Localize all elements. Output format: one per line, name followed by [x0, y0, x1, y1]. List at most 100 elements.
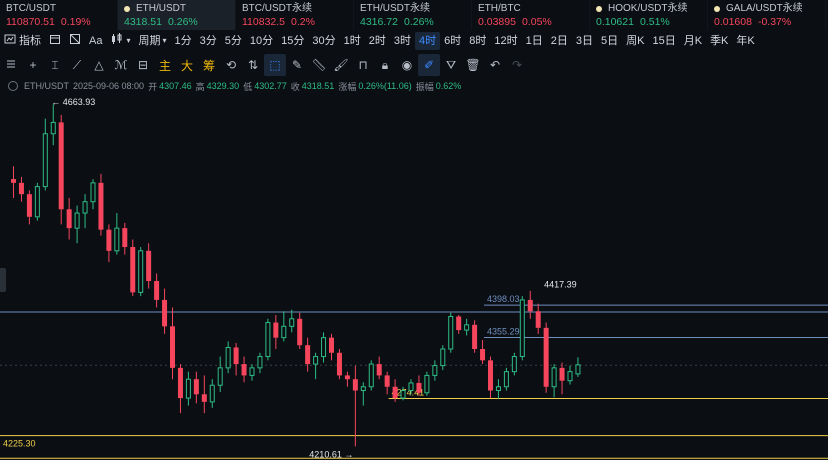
measure-tool[interactable]: ⊟ — [132, 54, 154, 76]
timeframe-18[interactable]: 15日 — [648, 32, 679, 50]
candle-body — [146, 250, 152, 282]
candle-body — [201, 394, 207, 402]
ticker-change: 0.2% — [291, 16, 315, 28]
period-dropdown[interactable]: 周期 ▾ — [134, 32, 170, 50]
main-indicator-button[interactable]: 主 — [154, 54, 176, 76]
timeframe-10[interactable]: 6时 — [440, 32, 465, 50]
ticker-symbol: ETH/USDT — [136, 3, 186, 14]
candle-body — [551, 367, 557, 388]
ticker-tab[interactable]: BTC/USDT永续 110832.5 0.2% — [236, 0, 354, 30]
filter-tool[interactable]: ⛛ — [440, 54, 462, 76]
layout-button[interactable] — [65, 32, 85, 50]
favorite-dot-icon — [124, 5, 130, 12]
hide-tool[interactable]: ◉ — [396, 54, 418, 76]
candle-body — [567, 371, 573, 382]
candle-body — [154, 281, 160, 300]
menu-button[interactable] — [0, 54, 22, 76]
indicator-icon — [4, 32, 16, 50]
candle-body — [130, 247, 136, 293]
ticker-symbol: HOOK/USDT永续 — [608, 3, 688, 14]
timeframe-12[interactable]: 12时 — [490, 32, 521, 50]
ticker-tab[interactable]: BTC/USDT 110870.51 0.19% — [0, 0, 118, 30]
font-settings-button[interactable]: Aa — [85, 32, 106, 50]
ticker-tab[interactable]: GALA/USDT永续 0.01608 -0.37% — [708, 0, 826, 30]
fib-tool[interactable]: ℳ — [110, 54, 132, 76]
draw-select-tool[interactable]: ⬚ — [264, 54, 286, 76]
timeframe-16[interactable]: 5日 — [597, 32, 622, 50]
candle-body — [416, 382, 422, 393]
ticker-change: -0.37% — [757, 16, 792, 28]
redo-button[interactable]: ↷ — [506, 54, 528, 76]
timeframe-toolbar: 指标 Aa ▾ 周期 ▾ 1分 3分 5分 10分 15分 30分 1时 2时 3时 4时 6时 8时… — [0, 31, 828, 51]
candle-body — [170, 326, 175, 368]
redo-icon: ↷ — [511, 58, 523, 72]
candle-body — [18, 182, 24, 195]
text-cursor-icon: ⌶ — [51, 57, 59, 72]
ticker-bar: BTC/USDT 110870.51 0.19% ETH/USDT 4318.51 0.2… — [0, 0, 828, 30]
chip-label: 筹 — [202, 58, 215, 73]
timeframe-17[interactable]: 周K — [622, 32, 648, 50]
candlestick-chart[interactable]: 4398.034355.294274.414225.304195.30← 466… — [0, 96, 828, 460]
ruler-icon: 📏︎ — [311, 58, 327, 72]
favorite-dot-icon — [714, 5, 720, 12]
calendar-button[interactable] — [45, 32, 65, 50]
candle-body — [138, 250, 144, 293]
timeframe-21[interactable]: 年K — [732, 32, 758, 50]
shape-tool[interactable]: △ — [88, 54, 110, 76]
timeframe-4[interactable]: 15分 — [277, 32, 308, 50]
timeframe-14[interactable]: 2日 — [547, 32, 572, 50]
timeframe-9[interactable]: 4时 — [415, 32, 441, 50]
crosshair-tool[interactable]: + — [22, 54, 44, 76]
chip-button[interactable]: 筹 — [198, 54, 220, 76]
candle-type-icon — [110, 32, 124, 50]
ticker-price: 0.03895 — [478, 16, 516, 28]
ruler-tool[interactable]: 📏︎ — [308, 54, 330, 76]
timeframe-7[interactable]: 2时 — [365, 32, 390, 50]
timeframe-6[interactable]: 1时 — [340, 32, 365, 50]
timeframe-3[interactable]: 10分 — [246, 32, 277, 50]
candle-body — [297, 318, 303, 346]
timeframe-8[interactable]: 3时 — [390, 32, 415, 50]
brush-tool[interactable]: 🖌︎ — [330, 54, 352, 76]
delete-tool[interactable]: 🗑︎ — [462, 54, 484, 76]
ticker-tab[interactable]: ETH/BTC 0.03895 0.05% — [472, 0, 590, 30]
candle-body — [225, 346, 231, 369]
line-tool[interactable]: ⟋ — [66, 54, 88, 76]
timeframe-0[interactable]: 1分 — [171, 32, 196, 50]
sync-button[interactable]: ⟲ — [220, 54, 242, 76]
chart-type-button[interactable]: ▾ — [106, 32, 134, 50]
candle-body — [503, 371, 509, 388]
extreme-price-label: 4210.61 → — [309, 450, 353, 460]
candle-body — [82, 201, 88, 214]
indicator-button[interactable]: 指标 — [0, 32, 45, 50]
timeframe-15[interactable]: 3日 — [572, 32, 597, 50]
timeframe-5[interactable]: 30分 — [308, 32, 339, 50]
chevron-down-icon: ▾ — [162, 36, 167, 45]
magnet-icon: ⊓ — [358, 58, 368, 72]
timeframe-11[interactable]: 8时 — [465, 32, 490, 50]
candle-body — [368, 363, 374, 388]
text-tool[interactable]: ⌶ — [44, 54, 66, 76]
timeframe-20[interactable]: 季K — [706, 32, 732, 50]
compare-button[interactable]: ⇅ — [242, 54, 264, 76]
magnet-tool[interactable]: ⊓ — [352, 54, 374, 76]
ohlc-symbol: ETH/USDT — [24, 81, 69, 91]
ticker-price: 0.01608 — [714, 16, 752, 28]
edit-tool[interactable]: ✐ — [418, 54, 440, 76]
timeframe-1[interactable]: 3分 — [196, 32, 221, 50]
ticker-tab[interactable]: HOOK/USDT永续 0.10621 0.51% — [590, 0, 708, 30]
timeframe-19[interactable]: 月K — [680, 32, 706, 50]
ticker-tab[interactable]: ETH/USDT永续 4316.72 0.26% — [354, 0, 472, 30]
pencil-tool[interactable]: ✎ — [286, 54, 308, 76]
ticker-tab[interactable]: ETH/USDT 4318.51 0.26% — [118, 0, 236, 30]
measure-icon: ⊟ — [137, 58, 149, 72]
undo-button[interactable]: ↶ — [484, 54, 506, 76]
visibility-icon[interactable] — [8, 81, 18, 91]
timeframe-13[interactable]: 1日 — [522, 32, 547, 50]
candle-body — [408, 382, 414, 392]
panel-drag-handle[interactable] — [0, 268, 6, 292]
timeframe-2[interactable]: 5分 — [221, 32, 246, 50]
pencil-icon: ✎ — [291, 58, 303, 72]
big-order-button[interactable]: 大 — [176, 54, 198, 76]
lock-tool[interactable]: 🔒︎ — [374, 54, 396, 76]
